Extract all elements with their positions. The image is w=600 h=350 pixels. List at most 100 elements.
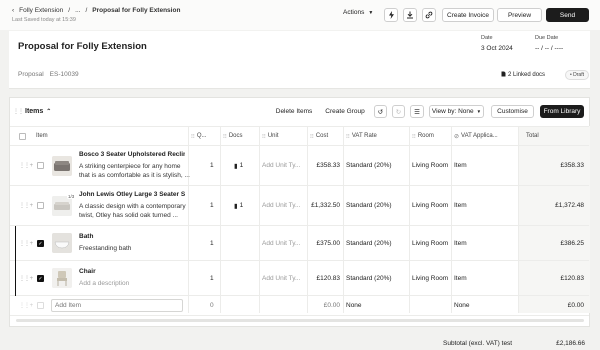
col-total[interactable]: Total	[526, 127, 539, 145]
col-cost[interactable]: ⁝⁝ Cost	[310, 127, 328, 145]
items-toggle[interactable]: Items ⌃	[25, 108, 51, 115]
date-field[interactable]: 3 Oct 2024	[481, 45, 513, 52]
redo-icon[interactable]: ↻	[392, 105, 405, 118]
preview-button[interactable]: Preview	[497, 8, 542, 22]
from-library-button[interactable]: From Library	[540, 105, 584, 118]
list-sort-icon[interactable]: ☰	[410, 105, 424, 118]
col-unit[interactable]: ⁝⁝ Unit	[262, 127, 279, 145]
create-invoice-button[interactable]: Create Invoice	[442, 8, 494, 22]
page-title: Proposal for Folly Extension	[18, 41, 147, 52]
item-unit[interactable]: Add Unit Ty...	[262, 146, 300, 185]
item-description[interactable]: Add a description	[79, 279, 191, 288]
proposal-header: Proposal for Folly Extension Date 3 Oct …	[9, 31, 590, 89]
due-date-field[interactable]: -- / -- / ----	[535, 45, 563, 52]
proposal-number[interactable]: ES-10039	[50, 71, 79, 78]
row-checkbox[interactable]	[37, 146, 44, 185]
col-vat-rate[interactable]: ⁝⁝ VAT Rate	[346, 127, 377, 145]
item-qty[interactable]: 1	[210, 186, 214, 225]
item-vat-applicable[interactable]: Item	[454, 226, 467, 260]
proposal-type-label: Proposal	[18, 71, 44, 78]
drag-handle-icon[interactable]: ⋮⋮ +	[19, 261, 33, 295]
item-room[interactable]: Living Room	[412, 146, 448, 185]
item-name[interactable]: Bosco 3 Seater Upholstered Reclini...	[79, 151, 185, 158]
chevron-left-icon[interactable]: ‹	[12, 7, 14, 14]
customise-button[interactable]: Customise	[491, 105, 534, 118]
col-item[interactable]: Item	[36, 127, 48, 145]
create-group-button[interactable]: Create Group	[324, 105, 366, 118]
view-by-dropdown[interactable]: View by: None ▼	[429, 105, 484, 118]
chair-thumbnail	[52, 268, 72, 288]
item-docs-count: 1	[239, 202, 244, 209]
linked-docs-button[interactable]: 2 Linked docs	[501, 71, 545, 79]
row-checkbox[interactable]: ✓	[37, 261, 44, 295]
actions-dropdown[interactable]: Actions ▼	[343, 9, 373, 16]
item-room[interactable]: Living Room	[412, 226, 448, 260]
drag-handle-icon[interactable]: ⋮⋮ +	[19, 186, 33, 225]
item-cost[interactable]: £1,332.50	[310, 186, 340, 225]
col-docs[interactable]: ⁝⁝ Docs	[223, 127, 243, 145]
breadcrumb-ellipsis[interactable]: ...	[75, 7, 80, 14]
col-qty[interactable]: ⁝⁝ Q...	[191, 127, 207, 145]
hash-icon: ⁝⁝	[191, 133, 195, 140]
item-cost[interactable]: £120.83	[310, 261, 341, 295]
row-checkbox[interactable]: ✓	[37, 226, 44, 260]
item-cost[interactable]: £375.00	[310, 226, 341, 260]
col-vat-applicable-label: VAT Applica...	[461, 133, 498, 139]
add-item-input[interactable]	[51, 299, 183, 312]
item-unit[interactable]: Add Unit Ty...	[262, 186, 300, 225]
download-icon[interactable]	[403, 8, 417, 22]
table-row[interactable]: ⋮⋮ + 1/3 John Lewis Otley Large 3 Seater…	[10, 186, 589, 226]
item-docs[interactable]: ▮ 1	[234, 146, 243, 185]
breadcrumb-separator: /	[85, 7, 88, 14]
new-item-qty[interactable]: 0	[210, 296, 214, 315]
item-vat-rate[interactable]: Standard (20%)	[346, 261, 392, 295]
new-item-vat-applicable[interactable]: None	[454, 296, 470, 315]
item-name[interactable]: John Lewis Otley Large 3 Seater So...	[79, 191, 185, 198]
item-vat-rate[interactable]: Standard (20%)	[346, 186, 392, 225]
item-qty[interactable]: 1	[210, 226, 214, 260]
select-all-checkbox[interactable]	[19, 127, 26, 145]
drag-handle-icon[interactable]: ⋮⋮	[13, 108, 24, 115]
item-vat-applicable[interactable]: Item	[454, 186, 467, 225]
item-name[interactable]: Bath	[79, 233, 185, 240]
send-button[interactable]: Send	[546, 8, 589, 22]
new-item-vat-rate[interactable]: None	[346, 296, 362, 315]
table-row[interactable]: ⋮⋮ + Bosco 3 Seater Upholstered Reclini.…	[10, 146, 589, 186]
link-icon[interactable]	[422, 8, 436, 22]
drag-handle-icon[interactable]: ⋮⋮ +	[19, 226, 33, 260]
item-unit[interactable]: Add Unit Ty...	[262, 226, 300, 260]
item-vat-rate[interactable]: Standard (20%)	[346, 226, 392, 260]
row-checkbox[interactable]	[37, 296, 44, 315]
undo-icon[interactable]: ↺	[374, 105, 387, 118]
breadcrumb-root[interactable]: Folly Extension	[19, 7, 63, 14]
new-item-cost[interactable]: £0.00	[310, 296, 340, 315]
item-vat-applicable[interactable]: Item	[454, 261, 467, 295]
new-item-total: £0.00	[567, 302, 584, 309]
item-qty[interactable]: 1	[210, 261, 214, 295]
item-room[interactable]: Living Room	[412, 186, 448, 225]
lightning-icon[interactable]	[384, 8, 398, 22]
date-label: Date	[481, 35, 493, 41]
item-vat-rate[interactable]: Standard (20%)	[346, 146, 392, 185]
horizontal-scrollbar[interactable]	[16, 319, 584, 322]
item-qty[interactable]: 1	[210, 146, 214, 185]
item-name[interactable]: Chair	[79, 268, 185, 275]
item-description[interactable]: A striking centerpiece for any home that…	[79, 162, 191, 180]
item-vat-applicable[interactable]: Item	[454, 146, 467, 185]
table-row[interactable]: ⋮⋮ + ✓ Bath Freestanding bath 1 Add Unit…	[10, 226, 589, 261]
items-title: Items	[25, 108, 44, 115]
row-checkbox[interactable]	[37, 186, 44, 225]
item-cost[interactable]: £358.33	[310, 146, 341, 185]
delete-items-button[interactable]: Delete Items	[273, 105, 315, 118]
table-row[interactable]: ⋮⋮ + ✓ Chair Add a description 1 Add Uni…	[10, 261, 589, 296]
drag-handle-icon[interactable]: ⋮⋮ +	[19, 146, 33, 185]
col-room[interactable]: ⁝⁝ Room	[412, 127, 434, 145]
subtotal-value: £2,186.66	[556, 340, 585, 347]
item-unit[interactable]: Add Unit Ty...	[262, 261, 300, 295]
status-badge[interactable]: • Draft	[565, 70, 589, 80]
col-vat-applicable[interactable]: ⊘ VAT Applica...	[454, 127, 498, 145]
item-description[interactable]: Freestanding bath	[79, 244, 191, 253]
item-docs[interactable]: ▮ 1	[234, 186, 243, 225]
item-room[interactable]: Living Room	[412, 261, 448, 295]
item-description[interactable]: A classic design with a contemporary twi…	[79, 202, 191, 220]
